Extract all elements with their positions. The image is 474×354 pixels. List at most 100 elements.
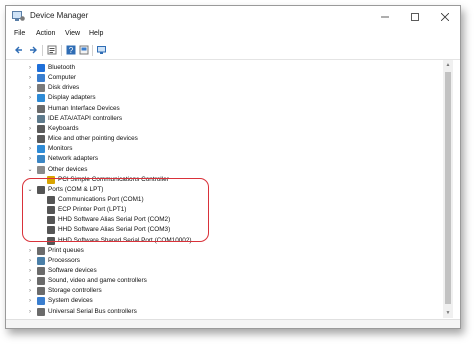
tree-item-label: PCI Simple Communications Controller [58,175,169,183]
device-item[interactable]: ECP Printer Port (LPT1) [6,205,436,215]
tree-item-label: HHD Software Alias Serial Port (COM3) [58,226,171,234]
port-icon [47,206,55,215]
category-item[interactable]: › Computer [6,73,436,83]
network-icon [37,155,45,164]
other-devices-icon [37,165,45,174]
collapse-chevron-icon[interactable]: ⌄ [26,165,34,175]
category-item[interactable]: › Storage controllers [6,286,436,296]
category-item[interactable]: › Processors [6,256,436,266]
category-item[interactable]: › Monitors [6,144,436,154]
tree-item-label: Monitors [48,145,73,153]
collapse-chevron-icon[interactable]: ⌄ [26,185,34,195]
port-icon [47,216,55,225]
tree-item-label: Mice and other pointing devices [48,135,138,143]
tree-item-label: Software devices [48,267,97,274]
toolbar-separator [42,45,43,56]
expand-chevron-icon[interactable]: › [26,124,34,134]
tree-item-label: Keyboards [48,124,79,132]
expand-chevron-icon[interactable]: › [26,286,34,296]
device-item[interactable]: HHD Software Shared Serial Port (COM1000… [6,236,436,246]
menu-file[interactable]: File [14,30,25,37]
back-icon[interactable] [14,45,24,55]
menu-help[interactable]: Help [89,30,103,37]
expand-chevron-icon[interactable]: › [26,63,34,73]
device-item[interactable]: HHD Software Alias Serial Port (COM2) [6,215,436,225]
device-item[interactable]: Communications Port (COM1) [6,195,436,205]
tree-item-label: ECP Printer Port (LPT1) [58,206,127,214]
update-driver-icon[interactable] [79,45,89,55]
category-item[interactable]: › Human Interface Devices [6,104,436,114]
title-bar: Device Manager [6,6,460,28]
expand-chevron-icon[interactable]: › [26,93,34,103]
maximize-button[interactable] [400,6,430,28]
expand-chevron-icon[interactable]: › [26,256,34,266]
tree-item-label: Universal Serial Bus controllers [48,307,137,315]
category-item[interactable]: › Keyboards [6,124,436,134]
category-item[interactable]: › Bluetooth [6,63,436,73]
toolbar-separator [92,45,93,56]
monitor-icon [37,145,45,154]
tree-item-label: Computer [48,74,77,82]
category-item[interactable]: ⌄ Ports (COM & LPT) [6,185,436,195]
expand-chevron-icon[interactable]: › [26,134,34,144]
tree-item-label: Human Interface Devices [48,104,120,112]
help-icon[interactable]: ? [66,45,76,55]
processor-icon [37,256,45,265]
tree-item-label: Network adapters [48,155,99,163]
properties-icon[interactable] [47,45,57,55]
port-icon [37,185,45,194]
expand-chevron-icon[interactable]: › [26,276,34,286]
tree-item-label: HHD Software Alias Serial Port (COM2) [58,216,171,224]
expand-chevron-icon[interactable]: › [26,246,34,256]
forward-icon[interactable] [28,45,38,55]
device-item[interactable]: HHD Software Alias Serial Port (COM3) [6,225,436,235]
ide-icon [37,114,45,123]
expand-chevron-icon[interactable]: › [26,296,34,306]
vertical-scrollbar[interactable]: ▲ ▼ [443,60,453,318]
category-item[interactable]: › Network adapters [6,154,436,164]
category-item[interactable]: › Sound, video and game controllers [6,276,436,286]
close-button[interactable] [430,6,460,28]
category-item[interactable]: ⌄ Other devices [6,165,436,175]
category-item[interactable]: › Print queues [6,246,436,256]
category-item[interactable]: › Universal Serial Bus controllers [6,307,436,317]
category-item[interactable]: › IDE ATA/ATAPI controllers [6,114,436,124]
tree-item-label: Display adapters [48,94,96,102]
tree-item-label: Storage controllers [48,287,102,295]
toolbar-separator [61,45,62,56]
software-device-icon [37,267,45,275]
tree-item-label: Sound, video and game controllers [48,277,147,285]
menu-action[interactable]: Action [36,30,55,37]
menu-view[interactable]: View [65,30,80,37]
scroll-down-icon[interactable]: ▼ [443,308,453,318]
scroll-up-icon[interactable]: ▲ [443,60,453,70]
mouse-icon [37,135,45,144]
expand-chevron-icon[interactable]: › [26,154,34,164]
expand-chevron-icon[interactable]: › [26,73,34,83]
category-item[interactable]: › Mice and other pointing devices [6,134,436,144]
expand-chevron-icon[interactable]: › [26,307,34,317]
computer-icon [37,74,45,83]
scrollbar-thumb[interactable] [445,72,451,304]
expand-chevron-icon[interactable]: › [26,144,34,154]
device-item[interactable]: PCI Simple Communications Controller [6,175,436,185]
category-item[interactable]: › Display adapters [6,93,436,103]
minimize-button[interactable] [370,6,400,28]
tree-item-label: Disk drives [48,84,80,92]
warning-device-icon [47,175,55,184]
device-manager-window: Device Manager File Action View Help ? ›… [5,5,461,329]
window-title: Device Manager [30,11,89,20]
category-item[interactable]: › System devices [6,296,436,306]
expand-chevron-icon[interactable]: › [26,83,34,93]
expand-chevron-icon[interactable]: › [26,104,34,114]
tree-item-label: IDE ATA/ATAPI controllers [48,114,123,122]
disk-icon [37,84,45,93]
tree-item-label: Processors [48,256,80,264]
scan-icon[interactable] [97,45,107,55]
expand-chevron-icon[interactable]: › [26,114,34,124]
menu-bar: File Action View Help [6,28,460,42]
category-item[interactable]: › Disk drives [6,83,436,93]
toolbar: ? [6,42,460,60]
category-item[interactable]: › Software devices [6,266,436,276]
expand-chevron-icon[interactable]: › [26,266,34,276]
